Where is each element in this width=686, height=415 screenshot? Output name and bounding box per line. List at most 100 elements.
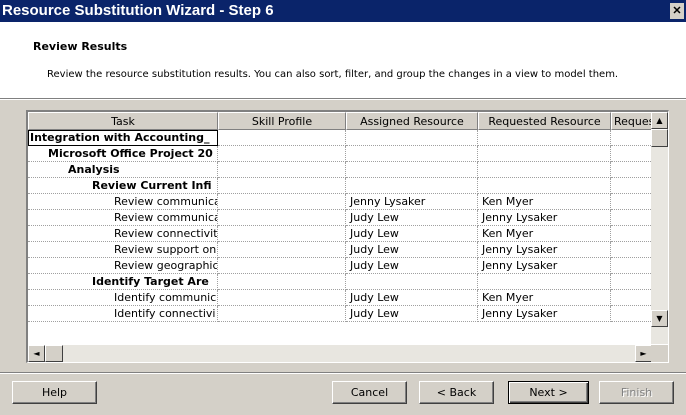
vertical-scrollbar[interactable]: ▲ ▼ [651, 112, 668, 344]
cell-assigned-resource[interactable] [346, 146, 478, 162]
cell-request[interactable] [611, 146, 652, 162]
close-icon[interactable]: ✕ [670, 3, 684, 19]
table-row[interactable]: Identify Target Are [28, 274, 652, 290]
cell-skill-profile[interactable] [218, 210, 346, 226]
next-button[interactable]: Next > [508, 381, 589, 404]
cell-requested-resource[interactable]: Ken Myer [478, 290, 611, 306]
scroll-right-icon[interactable]: ► [635, 345, 652, 362]
cell-task[interactable]: Review communica [28, 194, 218, 210]
cell-assigned-resource[interactable]: Judy Lew [346, 258, 478, 274]
cell-assigned-resource[interactable]: Judy Lew [346, 306, 478, 322]
scroll-down-icon[interactable]: ▼ [651, 310, 668, 327]
cell-skill-profile[interactable] [218, 290, 346, 306]
cell-skill-profile[interactable] [218, 274, 346, 290]
grid-header-row: Task Skill Profile Assigned Resource Req… [28, 112, 652, 130]
column-header-task[interactable]: Task [28, 112, 218, 130]
cell-task[interactable]: Review geographic [28, 258, 218, 274]
cell-task[interactable]: Microsoft Office Project 20 [28, 146, 218, 162]
cell-request[interactable] [611, 242, 652, 258]
cell-request[interactable] [611, 306, 652, 322]
page-description: Review the resource substitution results… [47, 69, 619, 80]
cell-request[interactable] [611, 226, 652, 242]
cell-request[interactable] [611, 194, 652, 210]
table-row[interactable]: Review connectivit Judy Lew Ken Myer [28, 226, 652, 242]
cell-request[interactable] [611, 274, 652, 290]
cell-requested-resource[interactable] [478, 146, 611, 162]
cell-requested-resource[interactable] [478, 274, 611, 290]
cancel-button-label: Cancel [350, 386, 389, 399]
finish-button[interactable]: Finish [599, 381, 674, 404]
column-header-requested-resource[interactable]: Requested Resource [478, 112, 611, 130]
cell-assigned-resource[interactable]: Judy Lew [346, 210, 478, 226]
table-row[interactable]: Review geographic Judy Lew Jenny Lysaker [28, 258, 652, 274]
cell-requested-resource[interactable] [478, 162, 611, 178]
title-bar: Resource Substitution Wizard - Step 6 ✕ [0, 0, 686, 22]
cell-request[interactable] [611, 130, 652, 146]
scroll-up-icon[interactable]: ▲ [651, 112, 668, 129]
table-row[interactable]: Analysis [28, 162, 652, 178]
cell-skill-profile[interactable] [218, 146, 346, 162]
cell-task[interactable]: Identify connectivi [28, 306, 218, 322]
cell-assigned-resource[interactable] [346, 162, 478, 178]
table-row[interactable]: Review communica Jenny Lysaker Ken Myer [28, 194, 652, 210]
table-row[interactable]: Review support on Judy Lew Jenny Lysaker [28, 242, 652, 258]
cell-skill-profile[interactable] [218, 242, 346, 258]
cell-request[interactable] [611, 290, 652, 306]
cell-task[interactable]: Analysis [28, 162, 218, 178]
cell-requested-resource[interactable] [478, 178, 611, 194]
cell-requested-resource[interactable]: Ken Myer [478, 194, 611, 210]
cell-skill-profile[interactable] [218, 130, 346, 146]
cell-assigned-resource[interactable]: Jenny Lysaker [346, 194, 478, 210]
cancel-button[interactable]: Cancel [332, 381, 407, 404]
table-row[interactable]: Identify connectivi Judy Lew Jenny Lysaker [28, 306, 652, 322]
table-row[interactable]: Identify communic Judy Lew Ken Myer [28, 290, 652, 306]
cell-requested-resource[interactable]: Jenny Lysaker [478, 306, 611, 322]
cell-assigned-resource[interactable]: Judy Lew [346, 226, 478, 242]
cell-task[interactable]: Identify Target Are [28, 274, 218, 290]
cell-requested-resource[interactable]: Jenny Lysaker [478, 210, 611, 226]
column-header-assigned-resource[interactable]: Assigned Resource [346, 112, 478, 130]
cell-task[interactable]: Identify communic [28, 290, 218, 306]
cell-skill-profile[interactable] [218, 162, 346, 178]
cell-skill-profile[interactable] [218, 306, 346, 322]
cell-assigned-resource[interactable] [346, 178, 478, 194]
cell-requested-resource[interactable]: Jenny Lysaker [478, 258, 611, 274]
horizontal-scroll-thumb[interactable] [45, 345, 63, 362]
horizontal-scrollbar[interactable]: ◄ ► [28, 345, 652, 362]
finish-button-label: Finish [620, 386, 653, 399]
cell-task[interactable]: Review connectivit [28, 226, 218, 242]
cell-task[interactable]: Review communica [28, 210, 218, 226]
scroll-left-icon[interactable]: ◄ [28, 345, 45, 362]
next-button-label: Next > [529, 386, 568, 399]
page-title: Review Results [33, 40, 128, 53]
back-button[interactable]: < Back [419, 381, 494, 404]
cell-task[interactable]: Review Current Infi [28, 178, 218, 194]
cell-request[interactable] [611, 162, 652, 178]
column-header-skill-profile[interactable]: Skill Profile [218, 112, 346, 130]
cell-request[interactable] [611, 258, 652, 274]
cell-skill-profile[interactable] [218, 178, 346, 194]
table-row[interactable]: Microsoft Office Project 20 [28, 146, 652, 162]
cell-assigned-resource[interactable]: Judy Lew [346, 242, 478, 258]
cell-task[interactable]: Review support on [28, 242, 218, 258]
cell-requested-resource[interactable]: Jenny Lysaker [478, 242, 611, 258]
cell-request[interactable] [611, 210, 652, 226]
cell-requested-resource[interactable]: Ken Myer [478, 226, 611, 242]
cell-task[interactable]: Integration with Accounting_ [28, 130, 218, 146]
help-button[interactable]: Help [12, 381, 97, 404]
cell-requested-resource[interactable] [478, 130, 611, 146]
table-row[interactable]: Review communica Judy Lew Jenny Lysaker [28, 210, 652, 226]
vertical-scroll-thumb[interactable] [651, 129, 668, 147]
cell-assigned-resource[interactable] [346, 274, 478, 290]
table-row[interactable]: Integration with Accounting_ [28, 130, 652, 146]
column-header-request[interactable]: Request [611, 112, 652, 130]
cell-request[interactable] [611, 178, 652, 194]
cell-skill-profile[interactable] [218, 194, 346, 210]
cell-assigned-resource[interactable] [346, 130, 478, 146]
results-grid[interactable]: Task Skill Profile Assigned Resource Req… [26, 110, 669, 363]
cell-skill-profile[interactable] [218, 258, 346, 274]
cell-skill-profile[interactable] [218, 226, 346, 242]
cell-assigned-resource[interactable]: Judy Lew [346, 290, 478, 306]
table-row[interactable]: Review Current Infi [28, 178, 652, 194]
footer-divider [0, 372, 686, 374]
